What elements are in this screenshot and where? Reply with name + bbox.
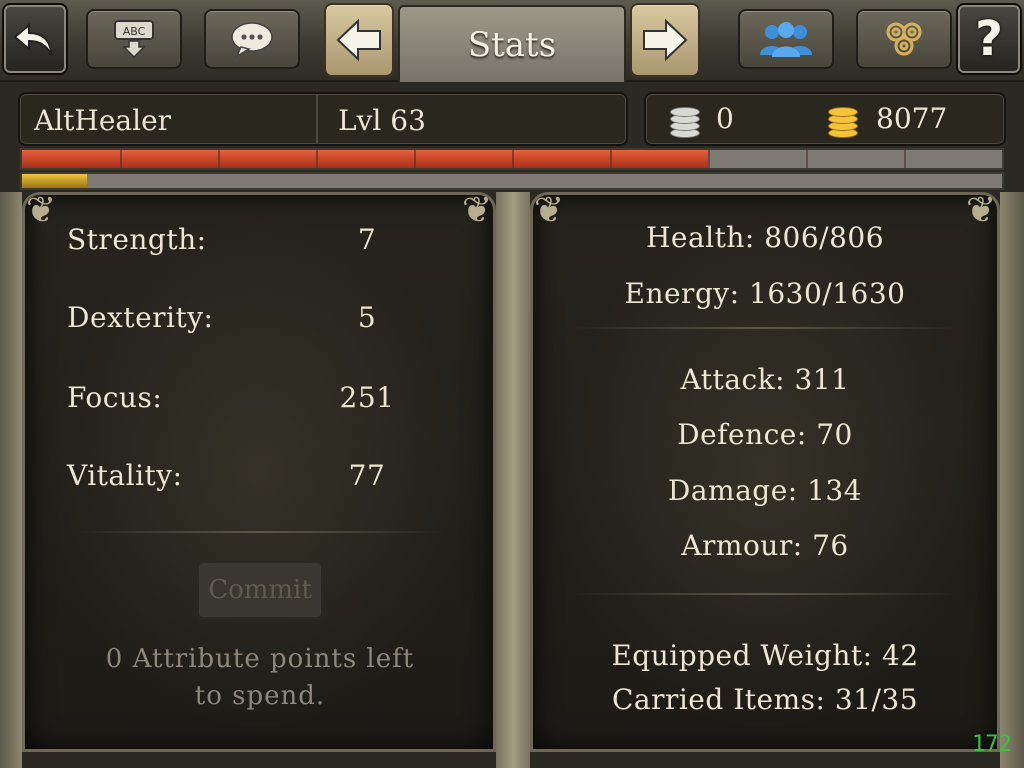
- health-stat: Health: 806/806: [645, 221, 885, 254]
- help-button[interactable]: ?: [956, 3, 1022, 75]
- attribute-label: Dexterity:: [67, 301, 214, 334]
- carried-items-stat: Carried Items: 31/35: [611, 683, 919, 716]
- arrow-right-icon: [643, 18, 688, 62]
- attribute-label: Strength:: [67, 223, 207, 256]
- svg-text:ABC: ABC: [123, 25, 146, 38]
- attributes-divider: [75, 531, 445, 533]
- silver-coins-icon: [668, 102, 704, 140]
- next-page-button[interactable]: [630, 3, 700, 77]
- attribute-value: 5: [357, 301, 377, 334]
- arrow-left-icon: [336, 18, 381, 62]
- character-info-bar: AltHealer Lvl 63: [18, 92, 628, 146]
- party-button[interactable]: [738, 9, 834, 69]
- attribute-label: Vitality:: [67, 459, 183, 492]
- keyboard-icon: ABC: [114, 20, 154, 59]
- currency-bar: 0 8077: [644, 92, 1006, 146]
- party-icon: [760, 22, 812, 57]
- character-level: Lvl 63: [338, 104, 426, 137]
- keyboard-button[interactable]: ABC: [86, 9, 182, 69]
- attribute-value: 77: [348, 459, 386, 492]
- back-icon: [13, 22, 52, 56]
- frame-center-pillar: [496, 192, 530, 768]
- silver-amount: 0: [716, 102, 734, 135]
- top-toolbar: ABC Stats ?: [0, 0, 1024, 82]
- back-button[interactable]: [2, 3, 68, 75]
- frame-left: [0, 192, 22, 768]
- ornament-corner-icon: ❦: [461, 190, 493, 231]
- skills-button[interactable]: [856, 9, 952, 69]
- combat-divider: [573, 593, 957, 595]
- chat-icon: [231, 22, 273, 58]
- secondary-progress-bar: [20, 172, 1004, 190]
- experience-bar: [20, 148, 1004, 170]
- attribute-points-remaining: 0 Attribute points left to spend.: [65, 641, 455, 715]
- equipped-weight-stat: Equipped Weight: 42: [611, 639, 919, 672]
- triskelion-icon: [886, 22, 922, 56]
- secondary-progress-fill: [22, 174, 87, 188]
- derived-stats-panel: ❦ ❦ Health: 806/806 Energy: 1630/1630 At…: [530, 190, 1000, 752]
- armour-stat: Armour: 76: [681, 529, 849, 562]
- experience-bar-fill: [22, 150, 708, 168]
- frame-right: [1000, 192, 1024, 768]
- gold-coins-icon: [826, 102, 862, 140]
- gold-amount: 8077: [876, 102, 948, 135]
- attributes-panel: ❦ ❦ Strength: 7 Dexterity: 5 Focus: 251 …: [22, 190, 496, 752]
- attack-stat: Attack: 311: [680, 363, 850, 396]
- page-title: Stats: [398, 5, 626, 82]
- points-left-line2: to spend.: [194, 681, 326, 711]
- character-name: AltHealer: [34, 104, 172, 137]
- damage-stat: Damage: 134: [667, 474, 863, 507]
- name-level-divider: [316, 94, 318, 144]
- fps-counter: 172: [972, 732, 1012, 757]
- commit-button[interactable]: Commit: [197, 561, 323, 619]
- attribute-value: 251: [339, 381, 395, 414]
- attribute-value: 7: [357, 223, 377, 256]
- energy-stat: Energy: 1630/1630: [624, 277, 906, 310]
- defence-stat: Defence: 70: [677, 418, 853, 451]
- points-left-line1: 0 Attribute points left: [105, 644, 415, 674]
- attribute-label: Focus:: [67, 381, 163, 414]
- previous-page-button[interactable]: [324, 3, 394, 77]
- ornament-corner-icon: ❦: [25, 190, 57, 231]
- vitals-divider: [573, 327, 957, 329]
- chat-button[interactable]: [204, 9, 300, 69]
- help-icon: ?: [975, 11, 1003, 67]
